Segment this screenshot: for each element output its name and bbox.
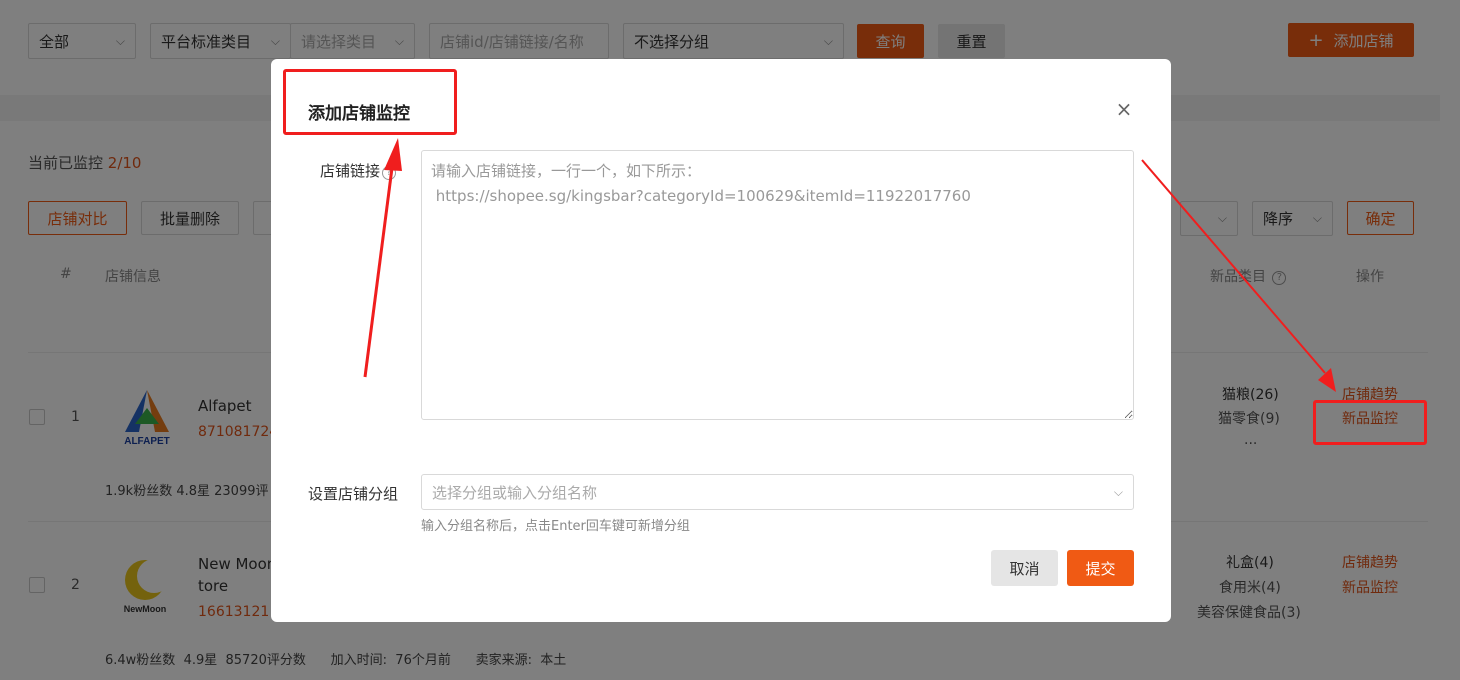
submit-button[interactable]: 提交 [1067, 550, 1134, 586]
store-link-label: 店铺链接? [320, 160, 397, 181]
store-link-label-text: 店铺链接 [320, 162, 381, 180]
annotation-box-monitor-link [1313, 400, 1427, 445]
store-group-select[interactable]: 选择分组或输入分组名称 ⌵ [421, 474, 1134, 510]
group-hint: 输入分组名称后，点击Enter回车键可新增分组 [421, 519, 690, 534]
cancel-button[interactable]: 取消 [991, 550, 1058, 586]
store-link-textarea[interactable] [421, 150, 1134, 420]
add-store-monitor-dialog: 添加店铺监控 × 店铺链接? 设置店铺分组 选择分组或输入分组名称 ⌵ 输入分组… [271, 59, 1171, 622]
store-group-label: 设置店铺分组 [308, 485, 399, 503]
annotation-box-title [283, 69, 457, 135]
group-placeholder: 选择分组或输入分组名称 [432, 483, 598, 502]
chevron-down-icon: ⌵ [1113, 484, 1123, 499]
help-icon[interactable]: ? [382, 166, 397, 180]
close-icon[interactable]: × [1115, 97, 1133, 121]
